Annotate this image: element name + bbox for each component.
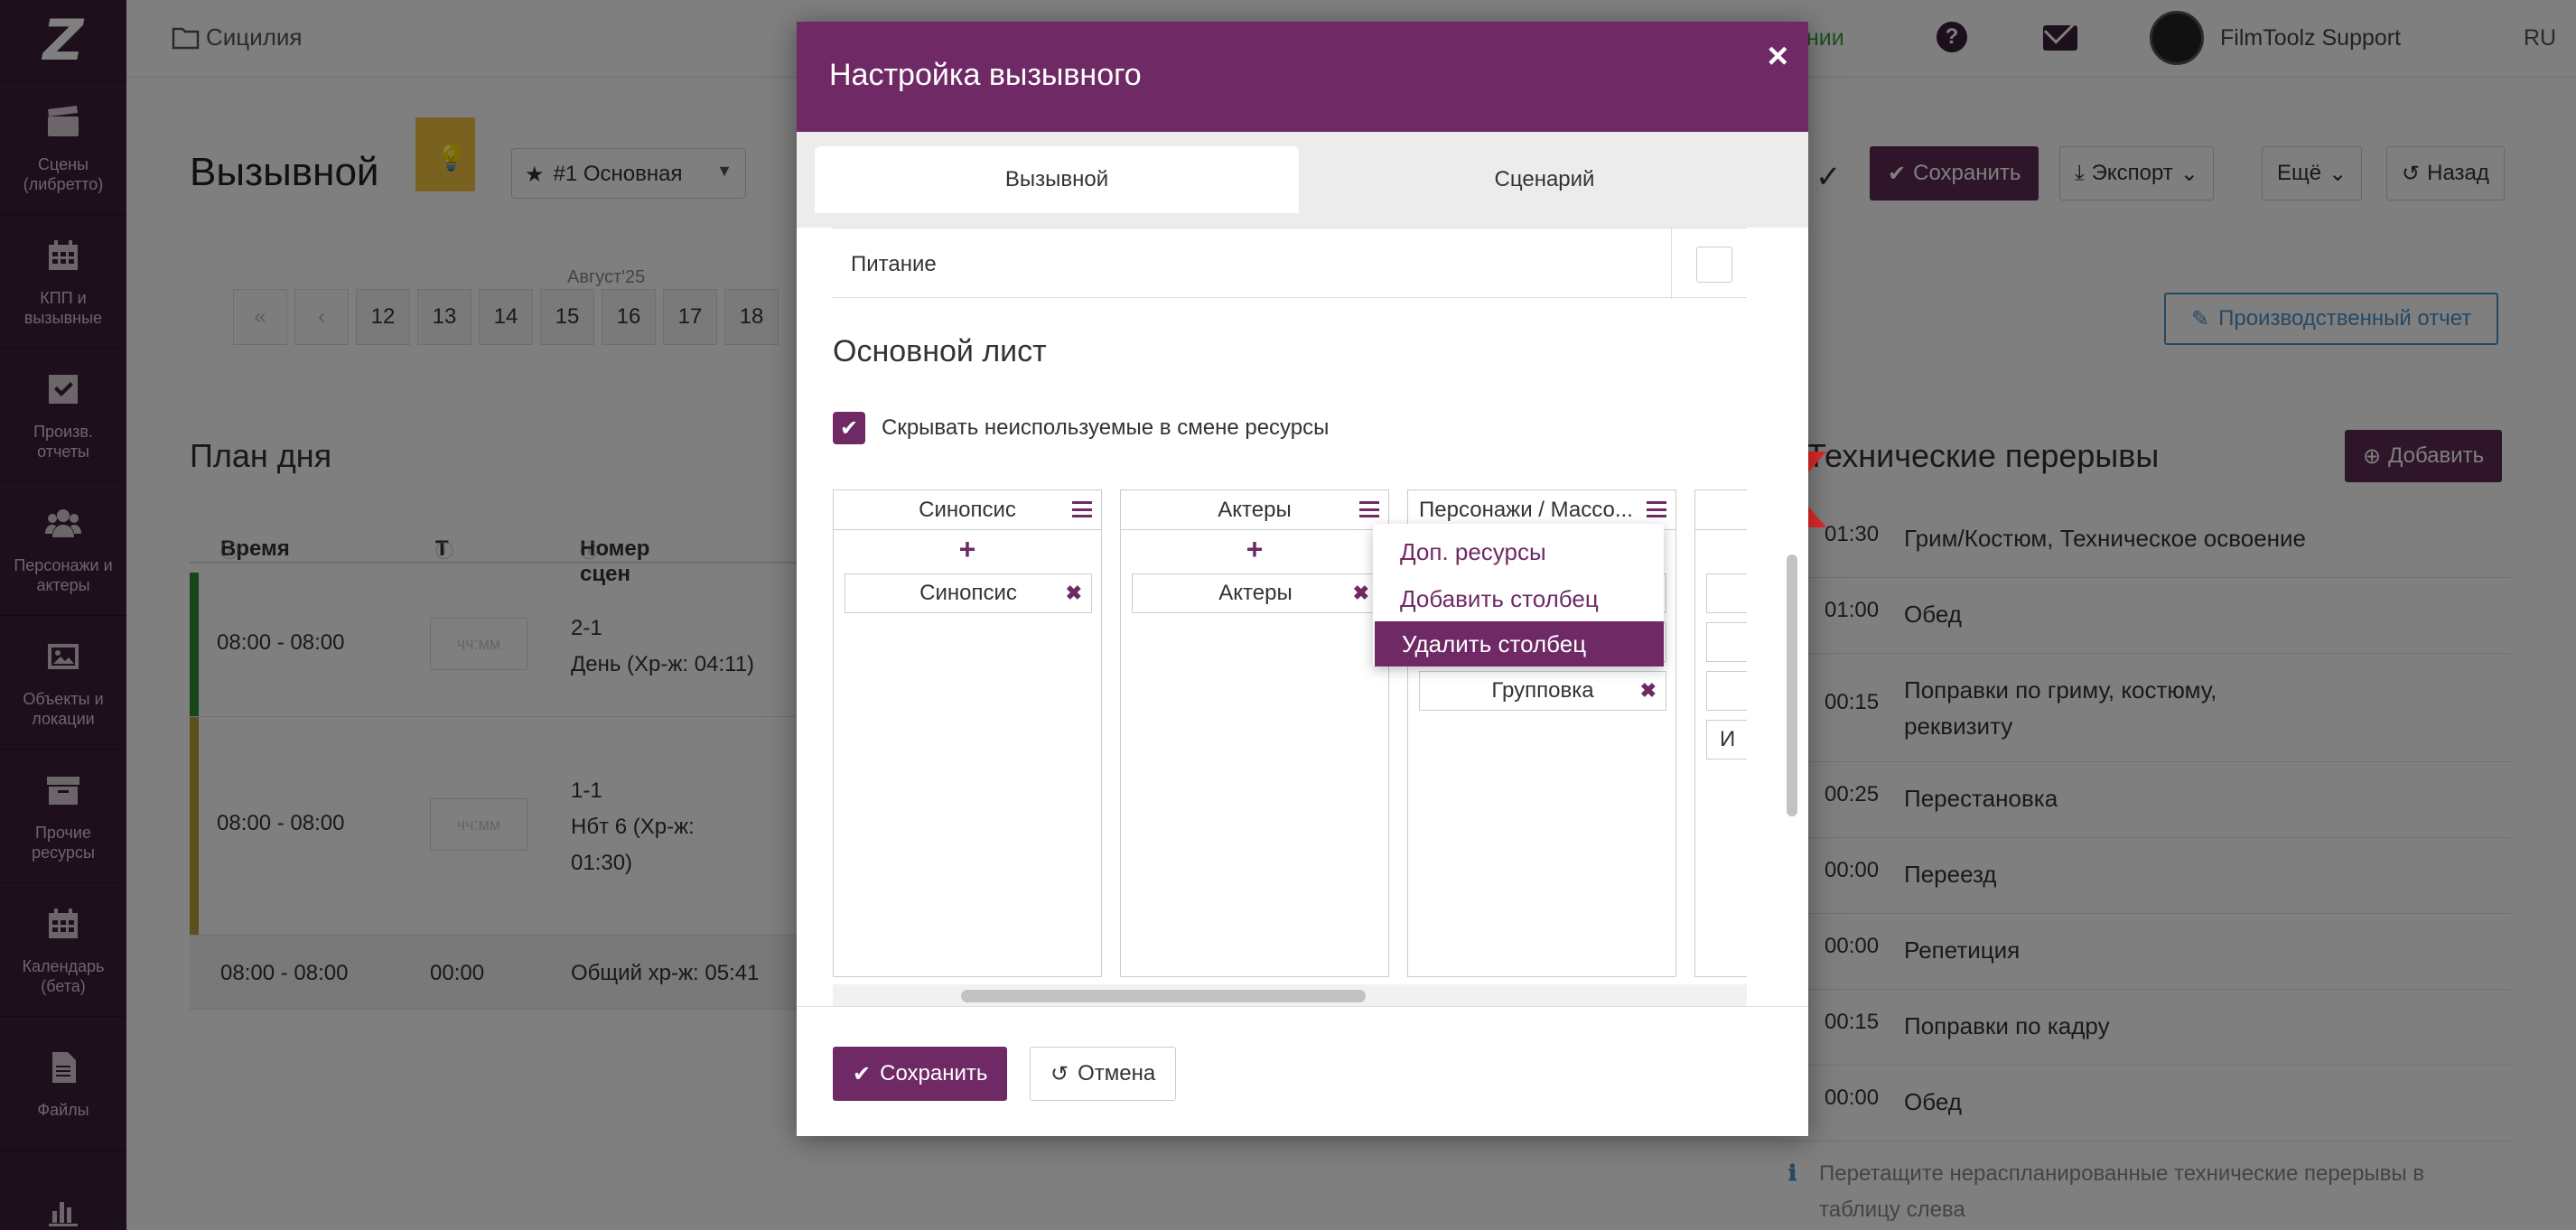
column-header[interactable]: [1695, 490, 1747, 530]
tab-script[interactable]: Сценарий: [1299, 146, 1790, 213]
hide-unused-option[interactable]: ✔ Скрывать неиспользуемые в смене ресурс…: [833, 412, 1329, 444]
column-chip[interactable]: Актеры ✖: [1132, 573, 1379, 613]
hamburger-menu-icon[interactable]: [1647, 501, 1666, 517]
add-item-icon[interactable]: +: [1121, 534, 1388, 564]
column-context-menu: Доп. ресурсы Добавить столбец Удалить ст…: [1373, 524, 1664, 666]
remove-icon[interactable]: ✖: [1066, 582, 1082, 605]
add-item-icon[interactable]: +: [834, 534, 1101, 564]
horizontal-scrollbar[interactable]: [833, 984, 1747, 1006]
remove-icon[interactable]: ✖: [1640, 679, 1657, 703]
modal-save-button[interactable]: ✔ Сохранить: [833, 1047, 1008, 1101]
column-chip[interactable]: И: [1706, 720, 1747, 759]
close-icon[interactable]: ×: [1768, 36, 1788, 77]
food-checkbox[interactable]: [1696, 247, 1732, 283]
modal-title: Настройка вызывного: [829, 58, 1142, 92]
scrollbar-thumb[interactable]: [961, 990, 1366, 1002]
column-chip[interactable]: [1706, 671, 1747, 711]
column-chip[interactable]: Синопсис ✖: [845, 573, 1092, 613]
column-header[interactable]: Актеры: [1121, 490, 1388, 530]
modal-footer: ✔ Сохранить ↺ Отмена: [797, 1006, 1808, 1136]
modal-header: Настройка вызывного ×: [797, 22, 1808, 132]
column-synopsis: Синопсис + Синопсис ✖: [833, 489, 1102, 977]
column-header[interactable]: Синопсис: [834, 490, 1101, 530]
food-row: Питание: [833, 228, 1747, 299]
modal-cancel-button[interactable]: ↺ Отмена: [1030, 1047, 1177, 1101]
column-chip[interactable]: Групповка ✖: [1419, 671, 1666, 711]
menu-item-extra-resources[interactable]: Доп. ресурсы: [1373, 529, 1664, 574]
hide-unused-checkbox[interactable]: ✔: [833, 412, 865, 444]
column-chip[interactable]: [1706, 573, 1747, 613]
remove-icon[interactable]: ✖: [1353, 582, 1369, 605]
section-title: Основной лист: [833, 334, 1047, 368]
food-label: Питание: [851, 252, 937, 276]
menu-item-delete-column[interactable]: Удалить столбец: [1375, 621, 1664, 666]
column-chip[interactable]: [1706, 622, 1747, 662]
column-extra: И: [1694, 489, 1747, 977]
callsheet-settings-modal: Настройка вызывного × Вызывной Сценарий …: [797, 22, 1808, 1136]
hamburger-menu-icon[interactable]: [1359, 501, 1379, 517]
undo-icon: ↺: [1050, 1061, 1069, 1086]
vertical-scrollbar[interactable]: [1787, 554, 1797, 816]
modal-tabs: Вызывной Сценарий: [797, 132, 1808, 228]
hamburger-menu-icon[interactable]: [1072, 501, 1092, 517]
divider: [1671, 228, 1672, 299]
modal-body[interactable]: Питание Основной лист ✔ Скрывать неиспол…: [797, 228, 1808, 1028]
tab-callsheet[interactable]: Вызывной: [815, 146, 1299, 213]
column-actors: Актеры + Актеры ✖: [1120, 489, 1389, 977]
hide-unused-label: Скрывать неиспользуемые в смене ресурсы: [882, 415, 1330, 440]
check-icon: ✔: [853, 1061, 872, 1086]
menu-item-add-column[interactable]: Добавить столбец: [1373, 576, 1664, 621]
